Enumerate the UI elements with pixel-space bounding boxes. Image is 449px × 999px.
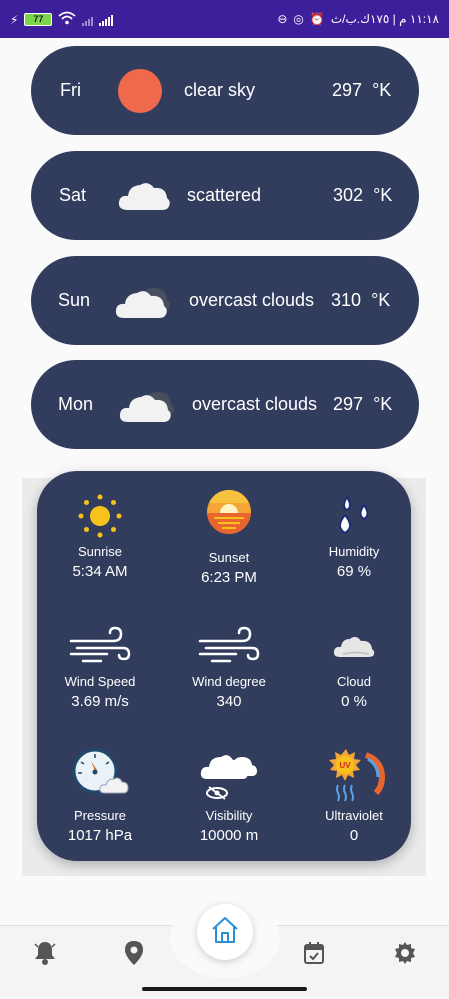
forecast-description: overcast clouds: [192, 394, 318, 414]
forecast-temp: 302 °K: [333, 185, 393, 205]
status-bar: ⚡ 77 ⊖ ◎ ⏰ ١١:١٨ م | ١٧٥ك.ب/ث: [0, 0, 449, 38]
pressure-value: 1017 hPa: [67, 827, 133, 844]
humidity-tile: Humidity 69 %: [299, 493, 409, 580]
humidity-icon: [299, 493, 409, 544]
forecast-temp: 310 °K: [331, 290, 391, 310]
forecast-temp: 297 °K: [332, 80, 392, 100]
notifications-icon[interactable]: [32, 940, 58, 966]
alarm-icon: ⏰: [309, 12, 325, 26]
sunset-tile: Sunset 6:23 PM: [174, 489, 284, 586]
forecast-day: Fri: [60, 80, 81, 100]
forecast-description: overcast clouds: [189, 290, 315, 310]
ultraviolet-value: 0: [349, 827, 359, 844]
status-right: ⊖ ◎ ⏰ ١١:١٨ م | ١٧٥ك.ب/ث: [277, 12, 439, 26]
battery-icon: 77: [24, 13, 53, 26]
ultraviolet-label: Ultraviolet: [325, 808, 383, 823]
wind-speed-label: Wind Speed: [64, 674, 136, 689]
svg-text:UV: UV: [339, 761, 351, 770]
cloud-icon: [116, 176, 172, 219]
sunset-icon: [174, 489, 284, 540]
humidity-value: 69 %: [336, 563, 372, 580]
forecast-day: Sat: [59, 185, 87, 205]
overcast-cloud-icon: [114, 280, 172, 327]
visibility-tile: Visibility 10000 m: [174, 745, 284, 844]
pressure-tile: Pressure 1017 hPa: [45, 747, 155, 844]
cloud-label: Cloud: [337, 674, 371, 689]
sunrise-icon: [45, 493, 155, 544]
details-panel: Sunrise 5:34 AM Sunset 6:23 PM Humidity …: [37, 471, 411, 861]
pressure-gauge-icon: [45, 747, 155, 802]
home-icon: [209, 914, 241, 951]
wind-degree-value: 340: [216, 693, 242, 710]
signal-icon: [82, 14, 94, 26]
forecast-description: scattered: [187, 185, 262, 205]
uv-icon: UV: [299, 747, 409, 808]
wind-speed-tile: Wind Speed 3.69 m/s: [45, 623, 155, 710]
sun-icon: [118, 69, 162, 113]
visibility-label: Visibility: [205, 808, 253, 823]
cloud-tile: Cloud 0 %: [299, 623, 409, 710]
sunrise-label: Sunrise: [77, 544, 123, 559]
forecast-description: clear sky: [184, 80, 256, 100]
calendar-icon[interactable]: [301, 940, 327, 966]
forecast-card-sun[interactable]: Sun overcast clouds 310 °K: [31, 256, 419, 345]
wind-degree-tile: Wind degree 340: [174, 623, 284, 710]
whatsapp-icon: ◎: [293, 12, 304, 26]
status-time: ١١:١٨ م | ١٧٥ك.ب/ث: [330, 12, 439, 26]
visibility-value: 10000 m: [199, 827, 259, 844]
charging-icon: ⚡: [10, 12, 19, 27]
wind-speed-value: 3.69 m/s: [71, 693, 129, 710]
visibility-icon: [174, 745, 284, 808]
cloud-value: 0 %: [341, 693, 367, 710]
home-button[interactable]: [197, 904, 253, 960]
signal-icon-2: [99, 14, 114, 26]
overcast-cloud-icon: [118, 384, 176, 431]
wifi-icon: [58, 11, 77, 28]
forecast-card-sat[interactable]: Sat scattered 302 °K: [31, 151, 419, 240]
wind-icon: [174, 623, 284, 674]
sunrise-tile: Sunrise 5:34 AM: [45, 493, 155, 580]
wind-degree-label: Wind degree: [192, 674, 266, 689]
location-icon[interactable]: [121, 940, 147, 966]
gesture-bar[interactable]: [142, 987, 307, 991]
app-icon: ⊖: [277, 12, 288, 26]
forecast-card-fri[interactable]: Fri clear sky 297 °K: [31, 46, 419, 135]
sunset-value: 6:23 PM: [201, 569, 257, 586]
settings-icon[interactable]: [392, 940, 418, 966]
sunset-label: Sunset: [208, 550, 250, 565]
status-left: ⚡ 77: [10, 11, 114, 28]
forecast-card-mon[interactable]: Mon overcast clouds 297 °K: [31, 360, 419, 449]
cloud-icon: [299, 623, 409, 674]
forecast-day: Sun: [58, 290, 91, 310]
sunrise-value: 5:34 AM: [72, 563, 128, 580]
forecast-day: Mon: [58, 394, 94, 414]
ultraviolet-tile: UV Ultraviolet 0: [299, 747, 409, 844]
forecast-temp: 297 °K: [333, 394, 393, 414]
pressure-label: Pressure: [73, 808, 127, 823]
wind-icon: [45, 623, 155, 674]
humidity-label: Humidity: [328, 544, 380, 559]
